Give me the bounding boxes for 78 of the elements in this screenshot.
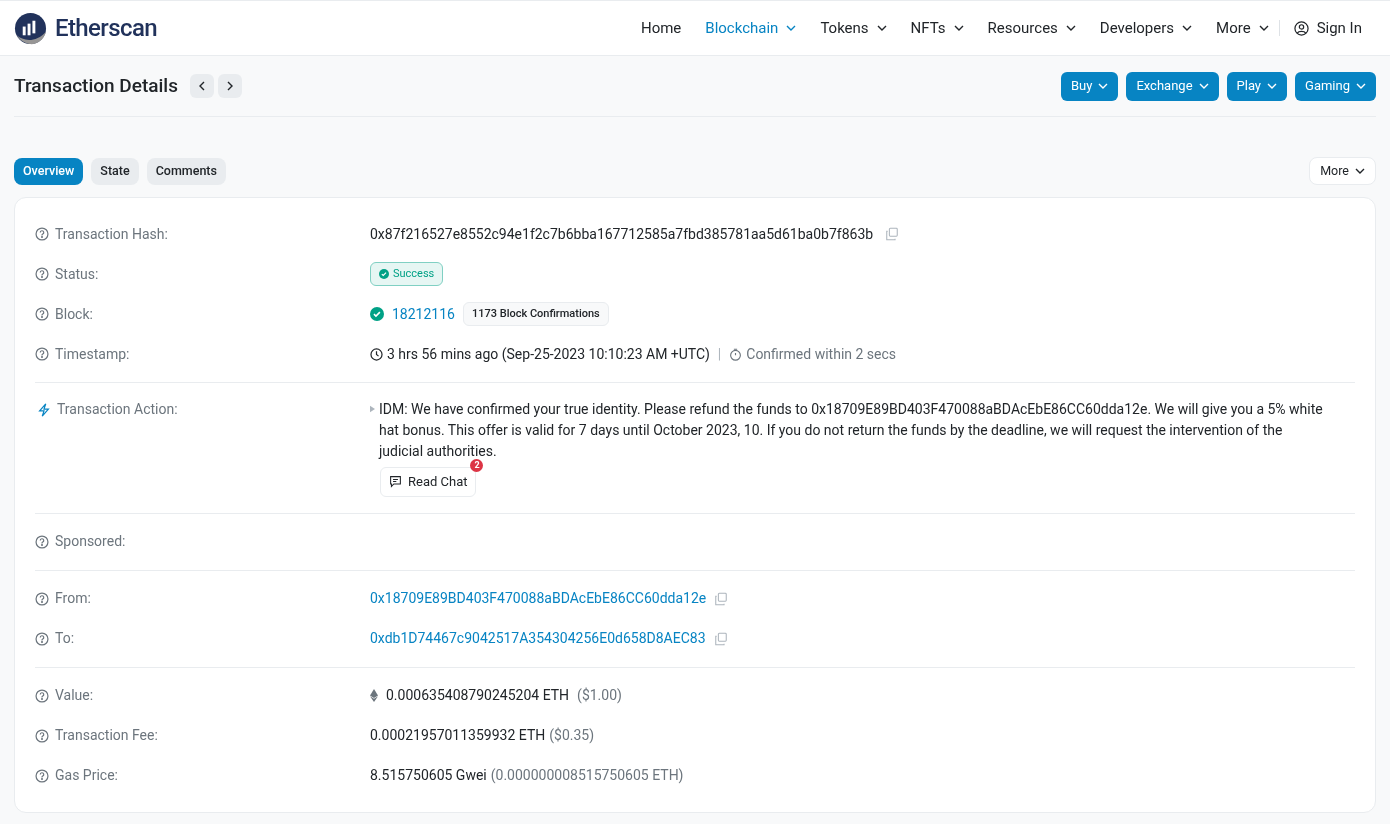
chevron-right-icon [226, 81, 233, 91]
nav-item[interactable]: Resources [987, 16, 1076, 40]
separator-text: | [717, 344, 722, 364]
timestamp-text: 3 hrs 56 mins ago (Sep-25-2023 10:10:23 AM +UTC) [387, 344, 710, 365]
copy-icon[interactable] [885, 227, 900, 241]
question-circle-icon [35, 227, 49, 241]
page-title: Transaction Details [14, 72, 178, 99]
field-label: Transaction Fee: [55, 726, 158, 745]
chevron-down-icon [1355, 168, 1365, 174]
field-label: From: [55, 589, 91, 608]
chevron-down-icon [1198, 83, 1209, 89]
chat-icon [389, 475, 402, 489]
field-label: Sponsored: [55, 532, 126, 551]
ethereum-icon [370, 689, 378, 702]
copy-icon[interactable] [713, 631, 728, 646]
question-circle-icon [35, 768, 49, 783]
read-chat-button[interactable]: Read Chat [380, 467, 477, 497]
nav-item[interactable]: Home [640, 16, 682, 40]
more-dropdown-button[interactable]: More [1309, 157, 1376, 185]
nav-item[interactable]: NFTs [910, 16, 964, 40]
lightning-icon [37, 401, 51, 418]
field-label: Gas Price: [55, 766, 118, 785]
tab[interactable]: State [91, 157, 139, 185]
question-circle-icon [35, 688, 49, 703]
eth-amount: 0.000635408790245204 ETH [386, 686, 570, 705]
copy-icon[interactable] [714, 591, 729, 606]
transaction-hash: 0x87f216527e8552c94e1f2c7b6bba167712585a7fbd385781aa5d61ba0b7f863b [370, 224, 874, 244]
fiat-amount: ($1.00) [577, 686, 622, 706]
field-label: Block: [55, 304, 93, 324]
header-dropdown-button[interactable]: Buy [1061, 71, 1119, 101]
question-circle-icon [35, 534, 49, 549]
nav-item[interactable]: Blockchain [705, 16, 797, 40]
address-link[interactable]: 0xdb1D74467c9042517A354304256E0d658D8AEC83 [370, 628, 706, 649]
chevron-down-icon [1267, 83, 1278, 89]
tab[interactable]: Comments [146, 157, 226, 185]
question-circle-icon [35, 631, 49, 646]
question-circle-icon [35, 347, 49, 361]
question-circle-icon [35, 267, 49, 281]
notification-count: 2 [470, 459, 484, 472]
field-label: Timestamp: [55, 344, 130, 364]
chevron-down-icon [1356, 83, 1366, 89]
status-badge: Success [370, 261, 444, 287]
stopwatch-icon [729, 347, 743, 361]
amount-text: 8.515750605 Gwei [370, 766, 487, 785]
header-dropdown-button[interactable]: Exchange [1126, 71, 1219, 101]
clock-icon [370, 347, 383, 361]
action-message: IDM: We have confirmed your true identity. Please refund the funds to 0x18709E89BD403F470088aBDAcEbE86CC60dda12e. We will give you a 5% white hat bonus. This offer is valid for 7 days until October 2023, 10. If you do not return the funds by the deadline, we will request the intervention of the judicial authorities. [379, 400, 1324, 461]
confirmations-badge: 1173 Block Confirmations [462, 301, 609, 327]
logo-icon [14, 11, 47, 45]
tab[interactable]: Overview [14, 157, 84, 185]
confirmed-text: Confirmed within 2 secs [746, 344, 897, 364]
sign-in-link[interactable]: Sign In [1293, 16, 1362, 40]
field-label: Value: [55, 686, 94, 705]
amount-text: 0.00021957011359932 ETH [370, 726, 546, 745]
question-circle-icon [35, 728, 49, 743]
nav-item[interactable]: Developers [1099, 16, 1193, 40]
logo-text[interactable]: Etherscan [55, 10, 157, 46]
question-circle-icon [35, 591, 49, 606]
field-label: Transaction Hash: [55, 224, 168, 244]
question-circle-icon [35, 307, 49, 321]
secondary-amount: (0.000000008515750605 ETH) [490, 766, 684, 785]
address-link[interactable]: 0x18709E89BD403F470088aBDAcEbE86CC60dda12e [370, 588, 707, 609]
header-dropdown-button[interactable]: Gaming [1295, 71, 1376, 101]
secondary-amount: ($0.35) [549, 726, 595, 746]
field-label: Transaction Action: [57, 400, 178, 419]
block-link[interactable]: 18212116 [392, 303, 455, 325]
chevron-left-icon [198, 81, 205, 91]
nav-item[interactable]: Tokens [820, 16, 887, 40]
user-circle-icon [1293, 20, 1309, 36]
caret-right-icon [370, 405, 375, 413]
field-label: To: [55, 629, 75, 648]
chevron-down-icon [1098, 83, 1109, 89]
check-circle-icon [370, 307, 384, 321]
previous-button[interactable] [189, 74, 214, 98]
next-button[interactable] [217, 74, 242, 98]
header-dropdown-button[interactable]: Play [1226, 71, 1288, 101]
nav-item[interactable]: More [1216, 16, 1269, 40]
field-label: Status: [55, 264, 99, 284]
